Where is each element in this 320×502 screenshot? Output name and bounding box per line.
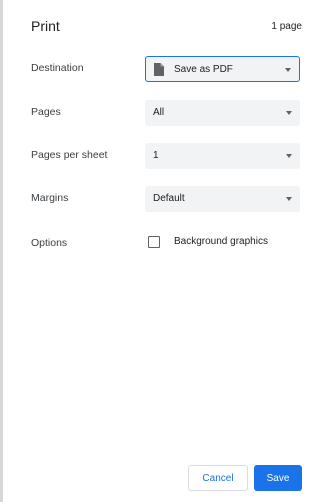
options-label: Options [31, 237, 68, 249]
panel-left-border [0, 0, 3, 502]
chevron-down-icon [286, 197, 292, 201]
page-count: 1 page [271, 21, 302, 32]
page-title: Print [31, 18, 60, 34]
document-icon [154, 63, 164, 76]
background-graphics-checkbox[interactable] [148, 236, 160, 248]
chevron-down-icon [286, 154, 292, 158]
destination-value: Save as PDF [174, 64, 233, 75]
pages-per-sheet-row: Pages per sheet 1 [31, 143, 300, 169]
destination-select[interactable]: Save as PDF [145, 56, 300, 82]
margins-value: Default [153, 193, 185, 204]
margins-row: Margins Default [31, 186, 300, 212]
chevron-down-icon [286, 111, 292, 115]
destination-label: Destination [31, 62, 84, 74]
pages-per-sheet-select[interactable]: 1 [145, 143, 300, 169]
pages-row: Pages All [31, 100, 300, 126]
pages-select[interactable]: All [145, 100, 300, 126]
background-graphics-label[interactable]: Background graphics [174, 236, 268, 247]
pages-per-sheet-value: 1 [153, 150, 159, 161]
print-header: Print 1 page [31, 18, 302, 38]
destination-row: Destination Save as PDF [31, 56, 300, 82]
chevron-down-icon [285, 68, 291, 72]
options-row: Options Background graphics [31, 231, 296, 257]
margins-label: Margins [31, 192, 69, 204]
pages-label: Pages [31, 106, 61, 118]
pages-value: All [153, 107, 165, 118]
margins-select[interactable]: Default [145, 186, 300, 212]
cancel-button[interactable]: Cancel [188, 465, 248, 491]
save-button[interactable]: Save [254, 465, 302, 491]
pages-per-sheet-label: Pages per sheet [31, 149, 108, 161]
